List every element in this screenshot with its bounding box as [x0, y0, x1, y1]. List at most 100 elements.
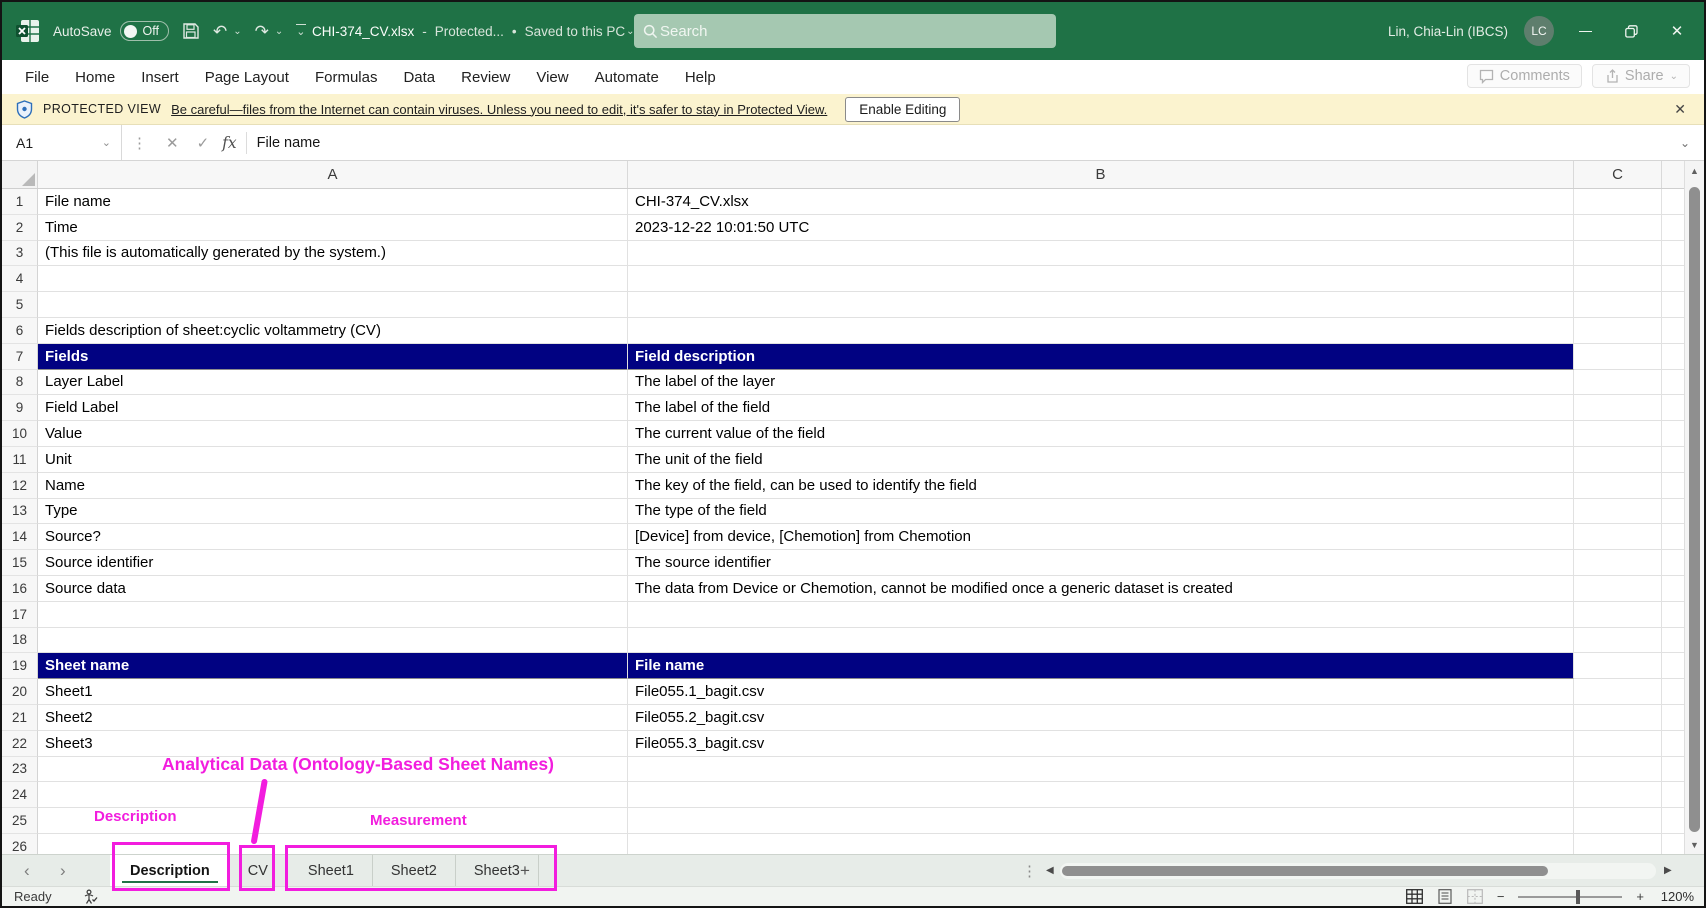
cell-c[interactable] — [1574, 731, 1662, 757]
cell-b[interactable]: The label of the field — [628, 395, 1574, 421]
close-button[interactable]: ✕ — [1662, 16, 1692, 46]
cell-a[interactable] — [38, 266, 628, 292]
row-header[interactable]: 15 — [2, 550, 38, 576]
cell-b[interactable] — [628, 628, 1574, 654]
tab-view[interactable]: View — [523, 63, 581, 92]
saved-status[interactable]: Saved to this PC — [525, 24, 626, 39]
row-header[interactable]: 24 — [2, 782, 38, 808]
row-header[interactable]: 7 — [2, 344, 38, 370]
cell-a[interactable] — [38, 628, 628, 654]
cell-b[interactable]: The key of the field, can be used to ide… — [628, 473, 1574, 499]
cell-a[interactable]: File name — [38, 189, 628, 215]
restore-button[interactable] — [1616, 16, 1646, 46]
row-header[interactable]: 26 — [2, 834, 38, 854]
row-header[interactable]: 23 — [2, 757, 38, 783]
cell-b[interactable]: File055.3_bagit.csv — [628, 731, 1574, 757]
page-layout-view-icon[interactable] — [1437, 889, 1453, 904]
cell-c[interactable] — [1574, 524, 1662, 550]
cell-b[interactable] — [628, 602, 1574, 628]
row-header[interactable]: 21 — [2, 705, 38, 731]
cell-a[interactable] — [38, 782, 628, 808]
tab-page-layout[interactable]: Page Layout — [192, 63, 302, 92]
row-header[interactable]: 12 — [2, 473, 38, 499]
sheet-tab-description[interactable]: Description — [110, 855, 230, 886]
cell-b[interactable]: The label of the layer — [628, 370, 1574, 396]
cell-c[interactable] — [1574, 653, 1662, 679]
zoom-out-icon[interactable]: − — [1497, 889, 1505, 904]
tab-help[interactable]: Help — [672, 63, 729, 92]
name-box-chevron-icon[interactable]: ⌄ — [102, 136, 111, 149]
vertical-scrollbar[interactable]: ▲ ▼ — [1684, 161, 1704, 854]
row-header[interactable]: 17 — [2, 602, 38, 628]
cell-b[interactable] — [628, 808, 1574, 834]
cell-a[interactable]: Fields — [38, 344, 628, 370]
cell-b[interactable] — [628, 241, 1574, 267]
tab-automate[interactable]: Automate — [582, 63, 672, 92]
column-header-c[interactable]: C — [1574, 161, 1662, 188]
row-header[interactable]: 3 — [2, 241, 38, 267]
search-box[interactable]: Search — [634, 14, 1056, 48]
cell-b[interactable]: The source identifier — [628, 550, 1574, 576]
cell-c[interactable] — [1574, 344, 1662, 370]
undo-icon[interactable]: ↶ — [213, 23, 227, 40]
cell-a[interactable] — [38, 602, 628, 628]
cell-b[interactable]: File055.1_bagit.csv — [628, 679, 1574, 705]
avatar[interactable]: LC — [1524, 16, 1554, 46]
horizontal-scrollbar[interactable] — [1060, 863, 1656, 879]
cell-c[interactable] — [1574, 628, 1662, 654]
cell-a[interactable]: Source? — [38, 524, 628, 550]
cell-a[interactable] — [38, 834, 628, 854]
zoom-level[interactable]: 120% — [1658, 889, 1694, 904]
scroll-right-icon[interactable]: ▶ — [1664, 855, 1672, 886]
cell-c[interactable] — [1574, 370, 1662, 396]
column-header-b[interactable]: B — [628, 161, 1574, 188]
cell-a[interactable]: Sheet1 — [38, 679, 628, 705]
enable-editing-button[interactable]: Enable Editing — [845, 97, 960, 122]
redo-chevron-icon[interactable]: ⌄ — [275, 26, 283, 37]
sheet-tab-cv[interactable]: CV — [238, 855, 278, 886]
cell-a[interactable]: Source data — [38, 576, 628, 602]
cell-a[interactable]: (This file is automatically generated by… — [38, 241, 628, 267]
row-header[interactable]: 8 — [2, 370, 38, 396]
cell-c[interactable] — [1574, 292, 1662, 318]
cell-b[interactable]: The current value of the field — [628, 421, 1574, 447]
normal-view-icon[interactable] — [1406, 889, 1423, 904]
accessibility-checker-icon[interactable] — [82, 889, 98, 905]
cell-c[interactable] — [1574, 705, 1662, 731]
cell-b[interactable]: The type of the field — [628, 499, 1574, 525]
row-header[interactable]: 18 — [2, 628, 38, 654]
cell-a[interactable] — [38, 808, 628, 834]
row-header[interactable]: 6 — [2, 318, 38, 344]
cell-a[interactable]: Source identifier — [38, 550, 628, 576]
cell-c[interactable] — [1574, 395, 1662, 421]
protected-view-message[interactable]: Be careful—files from the Internet can c… — [171, 102, 827, 117]
horizontal-scrollbar-thumb[interactable] — [1062, 866, 1548, 876]
cell-b[interactable]: File055.2_bagit.csv — [628, 705, 1574, 731]
row-header[interactable]: 19 — [2, 653, 38, 679]
tabbar-handle-icon[interactable]: ⋮ — [1022, 855, 1037, 886]
page-break-preview-icon[interactable] — [1467, 889, 1483, 904]
cell-a[interactable]: Sheet name — [38, 653, 628, 679]
row-header[interactable]: 14 — [2, 524, 38, 550]
cell-c[interactable] — [1574, 421, 1662, 447]
cell-c[interactable] — [1574, 318, 1662, 344]
cell-c[interactable] — [1574, 215, 1662, 241]
cell-b[interactable]: File name — [628, 653, 1574, 679]
scroll-up-icon[interactable]: ▲ — [1685, 166, 1704, 176]
zoom-slider-knob[interactable] — [1576, 890, 1580, 904]
cell-a[interactable]: Layer Label — [38, 370, 628, 396]
redo-icon[interactable]: ↷ — [255, 23, 269, 40]
expand-formula-bar-icon[interactable]: ⌄ — [1680, 136, 1690, 150]
minimize-button[interactable] — [1570, 16, 1600, 46]
zoom-in-icon[interactable]: + — [1636, 889, 1644, 904]
excel-logo-icon[interactable] — [16, 19, 40, 43]
cell-b[interactable]: The unit of the field — [628, 447, 1574, 473]
cell-b[interactable] — [628, 318, 1574, 344]
cell-a[interactable]: Fields description of sheet:cyclic volta… — [38, 318, 628, 344]
row-header[interactable]: 13 — [2, 499, 38, 525]
row-header[interactable]: 5 — [2, 292, 38, 318]
cell-c[interactable] — [1574, 834, 1662, 854]
share-button[interactable]: Share ⌄ — [1592, 64, 1690, 88]
cell-b[interactable] — [628, 266, 1574, 292]
cell-b[interactable] — [628, 292, 1574, 318]
